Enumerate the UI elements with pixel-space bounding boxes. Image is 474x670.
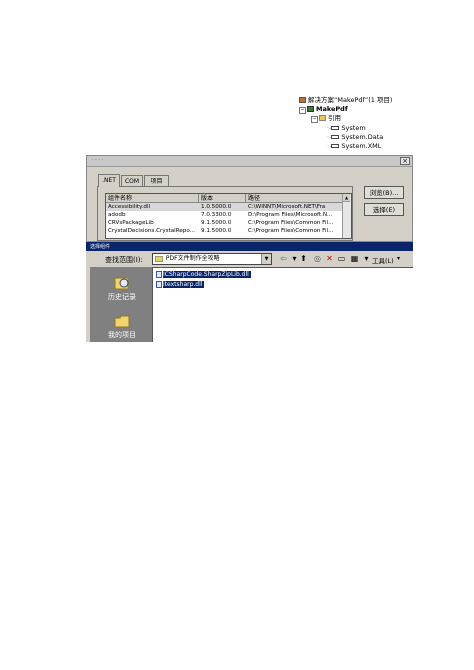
new-folder-icon[interactable]: ▭ (336, 253, 347, 264)
reference-label: System.Data (341, 133, 384, 141)
references-folder-icon (319, 115, 326, 121)
reference-label: System (341, 124, 366, 132)
scroll-up-icon[interactable]: ▲ (343, 194, 350, 202)
reference-icon (331, 126, 340, 130)
chevron-down-icon[interactable]: ▼ (261, 254, 271, 264)
search-web-icon[interactable]: ◎ (312, 253, 323, 264)
dialog-title: 选择组件 (90, 244, 111, 250)
select-button[interactable]: 选择(E) (364, 203, 404, 216)
chevron-down-icon[interactable]: ▾ (397, 255, 400, 262)
cell-version: 9.1.5000.0 (201, 228, 232, 234)
reference-icon (331, 144, 340, 148)
dll-file-icon (156, 271, 162, 278)
reference-item[interactable]: ·- System (327, 124, 366, 132)
dialog-titlebar: · · · · × (87, 156, 412, 167)
folder-icon (114, 315, 130, 328)
solution-label: 解决方案“MakePdf”(1 项目) (308, 96, 393, 104)
cell-version: 9.1.5000.0 (201, 220, 232, 226)
file-list[interactable]: ICSharpCode.SharpZipLib.dll itextsharp.d… (152, 267, 413, 342)
tools-menu[interactable]: 工具(L) (372, 255, 394, 265)
add-reference-dialog: · · · · × .NET COM 项目 组件名称 版本 路径 Accessi… (86, 155, 413, 242)
column-header-name[interactable]: 组件名称 (106, 194, 199, 203)
cell-name: CrystalDecisions.CrystalRepo... (108, 228, 196, 234)
places-bar: 历史记录 我的项目 (90, 267, 152, 342)
solution-icon (299, 97, 306, 103)
file-name: ICSharpCode.SharpZipLib.dll (163, 271, 251, 278)
cell-version: 7.0.3300.0 (201, 212, 232, 218)
collapse-icon[interactable]: − (311, 116, 318, 123)
references-label: 引用 (328, 114, 341, 122)
vertical-scrollbar[interactable]: ▲ (342, 194, 351, 238)
cell-path: C:\WINNT\Microsoft.NET\Fra (248, 204, 326, 210)
close-button[interactable]: × (400, 157, 410, 165)
folder-icon (155, 255, 163, 262)
place-my-projects[interactable]: 我的项目 (102, 314, 142, 340)
delete-icon[interactable]: ✕ (324, 253, 335, 264)
choose-component-dialog: 选择组件 查找范围(I): PDF文件制作全攻略 ▼ ⇦ ▾ ⬆ ◎ ✕ ▭ ▦… (86, 242, 413, 342)
place-label: 我的项目 (108, 331, 136, 339)
reference-label: System.XML (341, 142, 382, 150)
references-node[interactable]: − 引用 (311, 114, 341, 123)
collapse-icon[interactable]: − (299, 107, 306, 114)
cell-name: CRVsPackageLib (108, 220, 154, 226)
component-list[interactable]: 组件名称 版本 路径 Accessibility.dll 1.0.5000.0 … (105, 193, 352, 239)
dialog-titlebar: 选择组件 (86, 242, 413, 251)
project-node[interactable]: − MakePdf (299, 105, 348, 114)
file-item[interactable]: itextsharp.dll (156, 280, 205, 289)
project-label: MakePdf (316, 105, 348, 113)
history-icon (114, 277, 129, 290)
file-item[interactable]: ICSharpCode.SharpZipLib.dll (156, 270, 251, 279)
back-icon[interactable]: ⇦ (278, 253, 289, 264)
views-icon[interactable]: ▦ (349, 253, 360, 264)
chevron-down-icon[interactable]: ▾ (361, 253, 372, 264)
dialog-title: · · · · (92, 157, 104, 163)
column-header-path[interactable]: 路径 (246, 194, 344, 203)
look-in-label: 查找范围(I): (105, 256, 143, 264)
cell-version: 1.0.5000.0 (201, 204, 232, 210)
dll-file-icon (156, 281, 162, 288)
cell-path: C:\Program Files\Common Fil... (248, 228, 334, 234)
cell-name: adodb (108, 212, 126, 218)
look-in-value: PDF文件制作全攻略 (165, 255, 220, 262)
cell-path: C:\Program Files\Common Fil... (248, 220, 334, 226)
cell-path: D:\Program Files\Microsoft.N... (248, 212, 333, 218)
reference-item[interactable]: ·- System.Data (327, 133, 383, 141)
place-history[interactable]: 历史记录 (102, 276, 142, 302)
file-name: itextsharp.dll (163, 281, 205, 288)
column-header-version[interactable]: 版本 (199, 194, 246, 203)
cell-name: Accessibility.dll (108, 204, 151, 210)
solution-node[interactable]: 解决方案“MakePdf”(1 项目) (299, 96, 392, 104)
up-folder-icon[interactable]: ⬆ (298, 253, 309, 264)
reference-icon (331, 135, 340, 139)
project-icon (307, 106, 314, 112)
solution-explorer: 解决方案“MakePdf”(1 项目) − MakePdf − 引用 ·- Syste… (297, 96, 417, 156)
tab-net[interactable]: .NET (98, 174, 120, 187)
look-in-dropdown[interactable]: PDF文件制作全攻略 ▼ (152, 253, 272, 265)
browse-button[interactable]: 浏览(B)... (364, 186, 404, 199)
place-label: 历史记录 (108, 293, 136, 301)
reference-item[interactable]: ·- System.XML (327, 142, 381, 150)
